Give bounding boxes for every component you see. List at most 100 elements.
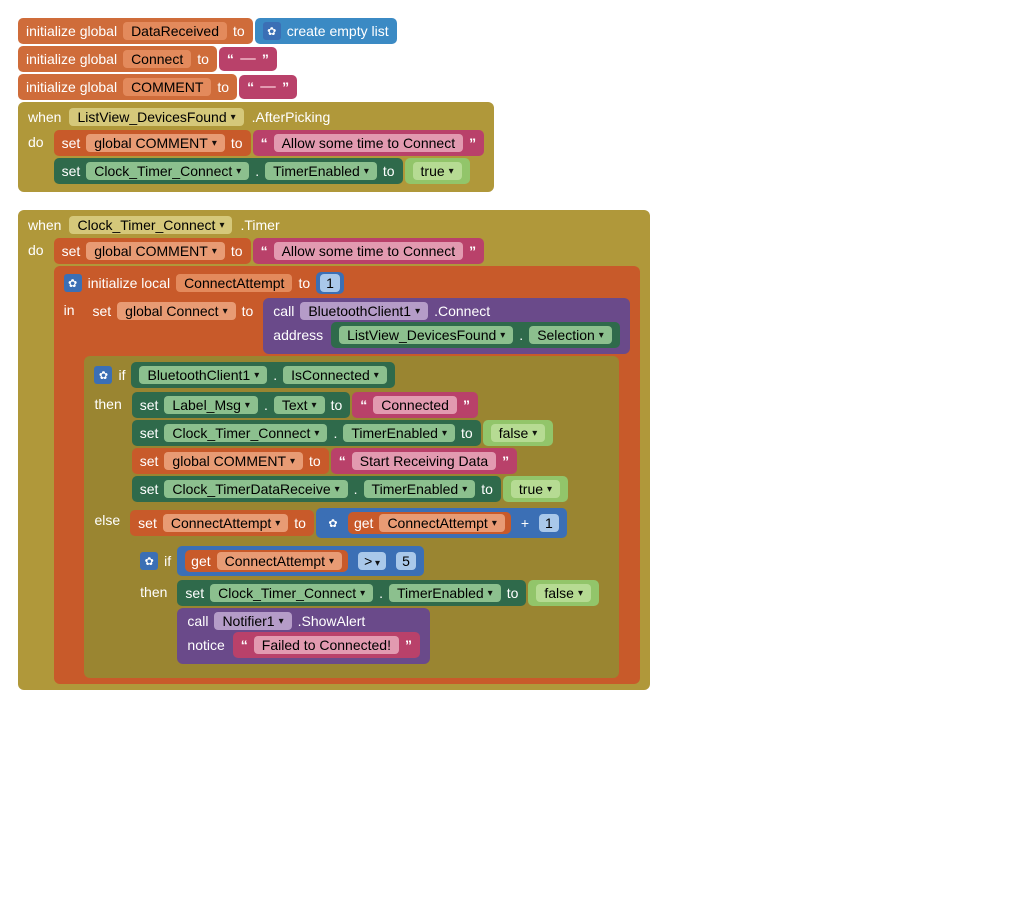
- create-empty-list-block[interactable]: ✿ create empty list: [255, 18, 397, 44]
- block-init-connect[interactable]: initialize global Connect to “ ”: [18, 46, 1006, 72]
- set-clock-connect-false[interactable]: set Clock_Timer_Connect . TimerEnabled t…: [132, 420, 568, 446]
- text-value[interactable]: [240, 58, 256, 60]
- bool-block[interactable]: true: [503, 476, 568, 502]
- gear-icon[interactable]: ✿: [94, 366, 112, 384]
- gear-icon[interactable]: ✿: [140, 552, 158, 570]
- set-prop-block[interactable]: set Clock_Timer_Connect . TimerEnabled t…: [54, 158, 403, 184]
- component-dropdown[interactable]: Clock_Timer_Connect: [164, 424, 327, 442]
- component-dropdown[interactable]: ListView_DevicesFound: [339, 326, 513, 344]
- text-literal-block[interactable]: “ Start Receiving Data ”: [331, 448, 517, 474]
- property-getter-block[interactable]: BluetoothClient1 . IsConnected: [131, 362, 394, 388]
- set-var-block[interactable]: set global COMMENT to: [132, 448, 329, 474]
- var-dropdown[interactable]: global COMMENT: [164, 452, 303, 470]
- bool-value[interactable]: true: [413, 162, 462, 180]
- text-literal-block[interactable]: “ Allow some time to Connect ”: [253, 238, 485, 264]
- bool-value[interactable]: false: [536, 584, 591, 602]
- set-prop-block[interactable]: set Clock_Timer_Connect . TimerEnabled t…: [177, 580, 526, 606]
- component-dropdown[interactable]: Notifier1: [214, 612, 291, 630]
- component-dropdown[interactable]: Clock_Timer_Connect: [69, 216, 232, 234]
- init-global-block[interactable]: initialize global COMMENT to: [18, 74, 237, 100]
- operator-dropdown[interactable]: >: [358, 552, 386, 570]
- number-value[interactable]: 1: [320, 274, 340, 292]
- get-var-block[interactable]: get ConnectAttempt: [348, 512, 511, 534]
- var-name[interactable]: ConnectAttempt: [176, 274, 292, 292]
- set-var-block[interactable]: set global COMMENT to: [54, 238, 251, 264]
- property-dropdown[interactable]: Selection: [529, 326, 612, 344]
- set-var-block[interactable]: set global Connect to: [84, 298, 261, 324]
- if-attempt-gt5-block[interactable]: ✿ if get ConnectAttempt: [130, 540, 609, 672]
- set-prop-block[interactable]: set Clock_Timer_Connect . TimerEnabled t…: [132, 420, 481, 446]
- var-name[interactable]: COMMENT: [123, 78, 211, 96]
- set-global-comment-2[interactable]: set global COMMENT to “ Allow some time …: [54, 238, 640, 264]
- text-value[interactable]: Connected: [373, 396, 457, 414]
- number-value[interactable]: 5: [396, 552, 416, 570]
- var-dropdown[interactable]: global COMMENT: [86, 242, 225, 260]
- component-dropdown[interactable]: Clock_TimerDataReceive: [164, 480, 347, 498]
- component-dropdown[interactable]: BluetoothClient1: [139, 366, 267, 384]
- component-dropdown[interactable]: Clock_Timer_Connect: [210, 584, 373, 602]
- number-value[interactable]: 1: [539, 514, 559, 532]
- increment-connectattempt[interactable]: set ConnectAttempt to ✿: [130, 508, 609, 538]
- var-dropdown[interactable]: global Connect: [117, 302, 235, 320]
- text-literal-block[interactable]: “ Connected ”: [352, 392, 478, 418]
- component-dropdown[interactable]: Label_Msg: [164, 396, 258, 414]
- property-getter-block[interactable]: ListView_DevicesFound . Selection: [331, 322, 620, 348]
- text-literal-block[interactable]: “ Allow some time to Connect ”: [253, 130, 485, 156]
- call-method-block[interactable]: call BluetoothClient1 .Connect address L…: [263, 298, 630, 354]
- when-afterpicking-block[interactable]: when ListView_DevicesFound .AfterPicking…: [18, 102, 1006, 192]
- gear-icon[interactable]: ✿: [64, 274, 82, 292]
- component-dropdown[interactable]: Clock_Timer_Connect: [86, 162, 249, 180]
- set-label-text[interactable]: set Label_Msg . Text to: [132, 392, 568, 418]
- bool-block[interactable]: true: [405, 158, 470, 184]
- var-dropdown[interactable]: ConnectAttempt: [163, 514, 288, 532]
- text-literal-block[interactable]: “ Failed to Connected! ”: [233, 632, 420, 658]
- text-literal-block[interactable]: “ ”: [219, 47, 277, 71]
- component-dropdown[interactable]: BluetoothClient1: [300, 302, 428, 320]
- if-isconnected-block[interactable]: ✿ if BluetoothClient1 . IsConnected: [84, 356, 629, 678]
- var-name[interactable]: Connect: [123, 50, 191, 68]
- get-var-block[interactable]: get ConnectAttempt: [185, 550, 348, 572]
- var-dropdown[interactable]: global COMMENT: [86, 134, 225, 152]
- call-method-block[interactable]: call Notifier1 .ShowAlert: [177, 608, 430, 664]
- property-dropdown[interactable]: Text: [274, 396, 325, 414]
- set-prop-block[interactable]: set Clock_TimerDataReceive . TimerEnable…: [132, 476, 501, 502]
- init-global-block[interactable]: initialize global Connect to: [18, 46, 217, 72]
- var-name[interactable]: DataReceived: [123, 22, 227, 40]
- component-dropdown[interactable]: ListView_DevicesFound: [69, 108, 243, 126]
- init-local-block[interactable]: ✿ initialize local ConnectAttempt to 1 i…: [54, 266, 640, 684]
- text-value[interactable]: [260, 86, 276, 88]
- set-prop-block[interactable]: set Label_Msg . Text to: [132, 392, 351, 418]
- bool-block[interactable]: false: [528, 580, 599, 606]
- set-timer-enabled-true[interactable]: set Clock_Timer_Connect . TimerEnabled t…: [54, 158, 485, 184]
- set-global-comment[interactable]: set global COMMENT to “ Allow some time …: [54, 130, 485, 156]
- call-showalert[interactable]: call Notifier1 .ShowAlert: [177, 608, 599, 664]
- when-timer-block[interactable]: when Clock_Timer_Connect .Timer do set g…: [18, 210, 1006, 690]
- var-dropdown[interactable]: ConnectAttempt: [217, 552, 342, 570]
- set-global-connect[interactable]: set global Connect to call BluetoothClie…: [84, 298, 629, 354]
- text-value[interactable]: Failed to Connected!: [254, 636, 399, 654]
- bool-block[interactable]: false: [483, 420, 554, 446]
- math-add-block[interactable]: ✿ get ConnectAttempt + 1: [316, 508, 567, 538]
- set-clock-receive-true[interactable]: set Clock_TimerDataReceive . TimerEnable…: [132, 476, 568, 502]
- block-init-comment-var[interactable]: initialize global COMMENT to “ ”: [18, 74, 1006, 100]
- gear-icon[interactable]: ✿: [263, 22, 281, 40]
- bool-value[interactable]: false: [491, 424, 546, 442]
- property-dropdown[interactable]: TimerEnabled: [364, 480, 476, 498]
- compare-block[interactable]: get ConnectAttempt > 5: [177, 546, 424, 576]
- property-dropdown[interactable]: TimerEnabled: [389, 584, 501, 602]
- set-global-comment-3[interactable]: set global COMMENT to “ Start Rece: [132, 448, 568, 474]
- var-dropdown[interactable]: ConnectAttempt: [379, 514, 504, 532]
- property-dropdown[interactable]: TimerEnabled: [343, 424, 455, 442]
- property-dropdown[interactable]: IsConnected: [283, 366, 387, 384]
- text-value[interactable]: Start Receiving Data: [352, 452, 496, 470]
- init-global-block[interactable]: initialize global DataReceived to: [18, 18, 253, 44]
- set-clock-connect-false-2[interactable]: set Clock_Timer_Connect . TimerEnabled t…: [177, 580, 599, 606]
- block-init-datareceived[interactable]: initialize global DataReceived to ✿ crea…: [18, 18, 1006, 44]
- text-value[interactable]: Allow some time to Connect: [274, 134, 464, 152]
- number-block[interactable]: 1: [316, 272, 344, 294]
- property-dropdown[interactable]: TimerEnabled: [265, 162, 377, 180]
- bool-value[interactable]: true: [511, 480, 560, 498]
- set-var-block[interactable]: set global COMMENT to: [54, 130, 251, 156]
- set-var-block[interactable]: set ConnectAttempt to: [130, 510, 314, 536]
- gear-icon[interactable]: ✿: [324, 514, 342, 532]
